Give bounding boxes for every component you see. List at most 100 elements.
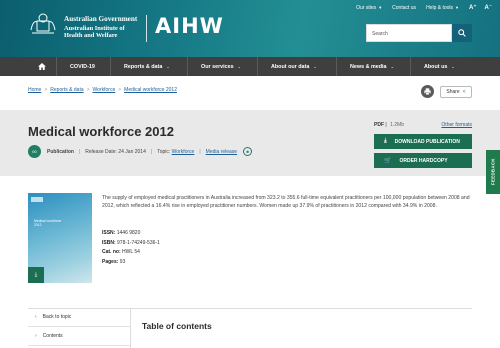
- breadcrumb-current[interactable]: Medical workforce 2012: [124, 87, 177, 93]
- cover-title-line1: Medical workforce: [34, 219, 62, 223]
- divider: [130, 308, 131, 348]
- print-icon: [424, 88, 431, 95]
- site-header: Australian Government Australian Institu…: [0, 0, 500, 57]
- government-branding[interactable]: Australian Government Australian Institu…: [64, 15, 137, 40]
- breadcrumb-home[interactable]: Home: [28, 87, 41, 93]
- other-formats-link[interactable]: Other formats: [441, 122, 472, 128]
- issn-value: 1446 9820: [116, 230, 141, 236]
- download-publication-button[interactable]: ⤓ DOWNLOAD PUBLICATION: [374, 134, 472, 149]
- chevron-down-icon: ⌄: [166, 64, 170, 69]
- help-tools-link[interactable]: Help & tools ▼: [426, 5, 459, 11]
- chevron-down-icon: ▼: [455, 5, 459, 10]
- pages-label: Pages:: [102, 258, 119, 265]
- chevron-right-icon: >: [44, 87, 48, 93]
- topic-link[interactable]: Workforce: [172, 149, 195, 155]
- nav-our-services[interactable]: Our services ⌄: [201, 57, 241, 76]
- nav-about-us[interactable]: About us ⌄: [424, 57, 455, 76]
- nav-home[interactable]: [38, 57, 46, 76]
- chevron-right-icon: >: [118, 87, 122, 93]
- publication-meta: 00 Publication | Release Date: 24 Jan 20…: [28, 145, 253, 158]
- contents-label: Contents: [42, 333, 63, 339]
- isbn-value: 978-1-74249-536-1: [117, 239, 160, 246]
- pdf-info: PDF | 1.2Mb Other formats: [374, 122, 472, 128]
- report-cover-image[interactable]: Medical workforce 2012 ⤓: [28, 193, 92, 283]
- release-date: 24 Jan 2014: [118, 148, 146, 155]
- our-sites-label: Our sites: [356, 4, 377, 11]
- nav-about-our-data-label: About our data: [271, 63, 310, 70]
- main-nav: COVID-19 Reports & data ⌄ Our services ⌄ A…: [0, 57, 500, 76]
- nav-separator: [110, 57, 111, 76]
- search-button[interactable]: [452, 24, 472, 42]
- breadcrumb: Home > Reports & data > Workforce > Medical…: [28, 87, 177, 93]
- nav-news-media[interactable]: News & media ⌄: [350, 57, 394, 76]
- aihw-logo[interactable]: AIHW: [155, 14, 224, 38]
- publication-icon: 00: [28, 145, 41, 158]
- meta-separator: |: [78, 148, 81, 155]
- nav-reports-data[interactable]: Reports & data ⌄: [124, 57, 170, 76]
- logo-divider: [146, 15, 147, 42]
- font-increase-button[interactable]: A⁺: [469, 4, 477, 11]
- cat-value: HWL 54: [122, 249, 140, 255]
- cart-icon: 🛒: [384, 158, 392, 164]
- download-label: DOWNLOAD PUBLICATION: [394, 138, 460, 145]
- pages-value: 93: [119, 258, 126, 265]
- gov-line1: Australian Government: [64, 15, 138, 23]
- publication-description: The supply of employed medical practitio…: [102, 195, 470, 210]
- nav-covid-19[interactable]: COVID-19: [70, 57, 95, 76]
- search-input[interactable]: Search: [366, 24, 452, 42]
- coat-of-arms-icon: [30, 13, 56, 34]
- share-label: Share: [446, 89, 460, 95]
- download-icon[interactable]: ⤓: [28, 267, 44, 283]
- toc-title: Table of contents: [142, 321, 212, 331]
- media-release-link[interactable]: Media release: [206, 149, 237, 155]
- chevron-down-icon: ⌄: [451, 64, 455, 69]
- our-sites-link[interactable]: Our sites ▼: [356, 5, 382, 11]
- contact-link[interactable]: Contact us: [392, 5, 416, 11]
- font-decrease-button[interactable]: A⁻: [485, 4, 493, 11]
- divider: [130, 308, 472, 309]
- nav-separator: [410, 57, 411, 76]
- nav-about-our-data[interactable]: About our data ⌄: [271, 57, 317, 76]
- release-date-label: Release Date:: [85, 148, 117, 155]
- chevron-down-icon: ⌄: [313, 64, 317, 69]
- breadcrumb-workforce[interactable]: Workforce: [93, 87, 116, 93]
- chevron-right-icon: >: [86, 87, 90, 93]
- order-hardcopy-button[interactable]: 🛒 ORDER HARDCOPY: [374, 153, 472, 168]
- back-to-topic-link[interactable]: ‹ Back to topic: [28, 308, 130, 327]
- pages-row: Pages: 93: [102, 258, 160, 268]
- nav-news-media-label: News & media: [350, 63, 387, 70]
- issn-label: ISSN:: [102, 230, 116, 236]
- search-icon: [458, 29, 466, 37]
- order-label: ORDER HARDCOPY: [399, 157, 448, 164]
- home-icon: [38, 63, 46, 70]
- gov-line2-text: Australian Institute of: [64, 25, 125, 32]
- page-title: Medical workforce 2012: [28, 124, 174, 139]
- nav-about-us-label: About us: [424, 63, 448, 70]
- accessibility-icon[interactable]: ☻: [243, 147, 253, 156]
- breadcrumb-reports-data[interactable]: Reports & data: [50, 87, 83, 93]
- isbn-label: ISBN:: [102, 239, 116, 246]
- back-to-topic-label: Back to topic: [42, 314, 72, 320]
- issn-row: ISSN: 1446 9820: [102, 229, 160, 239]
- pdf-label: PDF: [374, 122, 384, 128]
- nav-reports-data-label: Reports & data: [124, 63, 163, 70]
- chevron-right-icon: ›: [35, 333, 37, 339]
- share-button[interactable]: Share <: [440, 86, 472, 98]
- chevron-down-icon: ⌄: [390, 64, 394, 69]
- cover-logo: [31, 197, 43, 202]
- print-button[interactable]: [421, 85, 434, 98]
- publication-type: Publication: [47, 148, 74, 155]
- chevron-down-icon: ⌄: [237, 64, 242, 69]
- chevron-left-icon: ‹: [35, 314, 37, 320]
- contents-link[interactable]: › Contents: [28, 327, 130, 346]
- feedback-tab[interactable]: FEEDBACK: [486, 150, 500, 194]
- nav-separator: [56, 57, 57, 76]
- cover-title-line2: 2012: [34, 223, 42, 228]
- cover-title: Medical workforce 2012: [34, 219, 61, 228]
- nav-our-services-label: Our services: [201, 63, 234, 70]
- pdf-size: 1.2Mb: [390, 122, 404, 128]
- topic-label: Topic:: [157, 148, 171, 155]
- meta-separator: |: [199, 148, 201, 155]
- share-icon: <: [462, 89, 466, 95]
- cat-row: Cat. no: HWL 54: [102, 248, 160, 258]
